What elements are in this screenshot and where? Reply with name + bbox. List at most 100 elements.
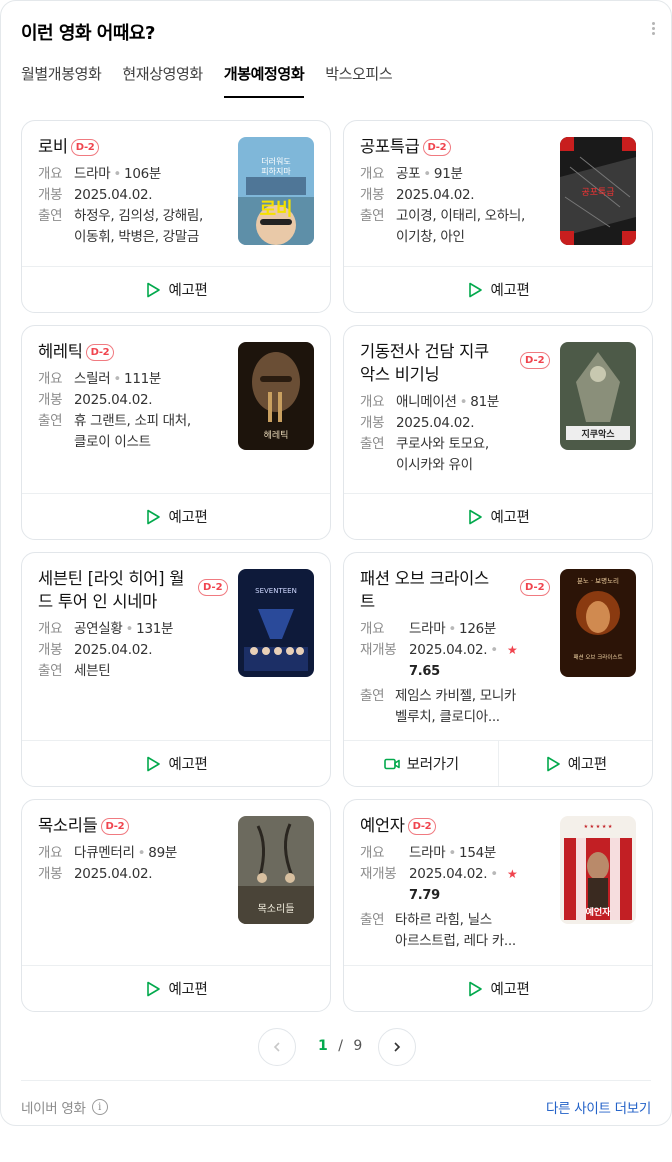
trailer-button[interactable]: 예고편: [22, 741, 330, 786]
genre-label: 개요: [38, 371, 63, 387]
trailer-button[interactable]: 예고편: [22, 267, 330, 312]
genre-value: 공연실황: [74, 621, 123, 637]
movie-info: 목소리들 D-2 개요 다큐멘터리 • 89분 개봉 2025.04.02.: [38, 814, 238, 885]
movie-info: 공포특급 D-2 개요 공포 • 91분 개봉 2025.04.02. 출연 고이경, 이태…: [360, 135, 560, 248]
rating-score: 7.79: [409, 888, 440, 903]
runtime-value: 131분: [136, 621, 174, 637]
movie-poster[interactable]: 목소리들: [238, 816, 314, 924]
cast-line-1: 타하르 라힘, 닐스: [395, 912, 492, 928]
genre-value: 스릴러: [74, 371, 111, 387]
more-sites-link[interactable]: 다른 사이트 더보기: [546, 1097, 651, 1117]
movie-card[interactable]: 패션 오브 크라이스 트 개요 드라마 • 126분 재개봉 2025.04.02. • ★ 7…: [343, 552, 653, 787]
trailer-button[interactable]: 예고편: [344, 494, 652, 539]
play-icon: [147, 509, 161, 524]
movie-card[interactable]: 기동전사 건담 지쿠 악스 비기닝 개요 애니메이션 • 81분 개봉 2025.04.0…: [343, 325, 653, 540]
movie-card[interactable]: 목소리들 D-2 개요 다큐멘터리 • 89분 개봉 2025.04.02. 목소리들 예…: [21, 799, 331, 1012]
movie-poster[interactable]: 분노 · 보명노리 패션 오브 크라이스트: [560, 569, 636, 677]
dday-badge: D-2: [85, 344, 115, 361]
movie-card[interactable]: 공포특급 D-2 개요 공포 • 91분 개봉 2025.04.02. 출연 고이경, 이태…: [343, 120, 653, 313]
runtime-value: 126분: [459, 621, 497, 637]
trailer-button[interactable]: 예고편: [344, 966, 652, 1011]
source-label: 네이버 영화: [21, 1101, 86, 1117]
movie-poster[interactable]: 헤레틱: [238, 342, 314, 450]
poster-title: 로비: [259, 199, 292, 220]
trailer-button[interactable]: 예고편: [22, 494, 330, 539]
trailer-label: 예고편: [168, 510, 208, 526]
movie-title[interactable]: 패션 오브 크라이스 트: [360, 569, 489, 611]
release-date: 2025.04.02.: [409, 866, 488, 882]
source-credit: 네이버 영화 i: [21, 1097, 108, 1117]
info-icon[interactable]: i: [91, 1099, 108, 1115]
movie-title-line-2: 트: [360, 592, 375, 611]
tab-now-showing[interactable]: 현재상영영화: [122, 63, 203, 98]
movie-title[interactable]: 기동전사 건담 지쿠 악스 비기닝: [360, 342, 489, 384]
next-page-button[interactable]: [378, 1028, 416, 1066]
trailer-label: 예고편: [490, 510, 530, 526]
movie-title-line-1: 기동전사 건담 지쿠: [360, 342, 489, 361]
runtime-value: 154분: [459, 845, 497, 861]
watch-button[interactable]: 보러가기: [344, 741, 498, 786]
movie-card[interactable]: 로비 D-2 개요 드라마 • 106분 개봉 2025.04.02. 출연 하정우, 김의…: [21, 120, 331, 313]
tab-box-office[interactable]: 박스오피스: [325, 63, 392, 98]
release-date: 2025.04.02.: [74, 187, 153, 203]
poster-title: 헤레틱: [264, 429, 289, 441]
genre-value: 공포: [396, 166, 421, 182]
tab-monthly-release[interactable]: 월별개봉영화: [21, 63, 102, 98]
runtime-value: 91분: [433, 166, 463, 182]
movie-poster[interactable]: 지쿠악스: [560, 342, 636, 450]
movie-card[interactable]: 헤레틱 D-2 개요 스릴러 • 111분 개봉 2025.04.02. 출연 휴 그랜트,…: [21, 325, 331, 540]
genre-value: 드라마: [409, 845, 446, 861]
movie-poster[interactable]: SEVENTEEN: [238, 569, 314, 677]
cast-line-1: 휴 그랜트, 소피 대처,: [74, 413, 191, 429]
play-icon: [469, 981, 483, 996]
movie-title[interactable]: 세븐틴 [라잇 히어] 월드 투어 인 시네마: [38, 569, 184, 611]
runtime-value: 111분: [124, 371, 162, 387]
genre-label: 개요: [360, 394, 385, 410]
release-date: 2025.04.02.: [74, 642, 153, 658]
pagination: 1 / 9: [1, 1028, 672, 1066]
trailer-button[interactable]: 예고편: [22, 966, 330, 1011]
more-options-icon[interactable]: [649, 21, 657, 39]
cast-label: 출연: [360, 208, 385, 224]
trailer-button[interactable]: 예고편: [344, 267, 652, 312]
movie-poster[interactable]: ★ ★ ★ ★ ★ 예언자: [560, 816, 636, 924]
cast-line-2: 클로이 이스트: [74, 434, 151, 450]
page-indicator: 1 / 9: [318, 1038, 362, 1054]
page-separator: /: [338, 1038, 343, 1054]
watch-label: 보러가기: [406, 757, 459, 773]
svg-text:피하지마: 피하지마: [261, 166, 291, 176]
svg-text:더러워도: 더러워도: [261, 157, 290, 166]
tab-upcoming[interactable]: 개봉예정영화: [223, 63, 305, 98]
genre-label: 개요: [360, 845, 385, 861]
movie-card[interactable]: 예언자 D-2 개요 드라마 • 154분 재개봉 2025.04.02. • ★ 7.79 출…: [343, 799, 653, 1012]
movie-card[interactable]: 세븐틴 [라잇 히어] 월드 투어 인 시네마 개요 공연실황 • 131분 개봉 20…: [21, 552, 331, 787]
movie-title[interactable]: 예언자: [360, 816, 405, 835]
movie-poster[interactable]: 더러워도 피하지마 로비: [238, 137, 314, 245]
dday-badge: D-2: [100, 818, 130, 835]
movie-title[interactable]: 로비: [38, 137, 68, 156]
prev-page-button[interactable]: [258, 1028, 296, 1066]
movie-poster[interactable]: 공포특급: [560, 137, 636, 245]
movie-info: 로비 D-2 개요 드라마 • 106분 개봉 2025.04.02. 출연 하정우, 김의…: [38, 135, 238, 248]
movie-title[interactable]: 목소리들: [38, 816, 98, 835]
play-icon: [469, 282, 483, 297]
release-date: 2025.04.02.: [74, 392, 153, 408]
release-label: 개봉: [38, 642, 63, 658]
runtime-value: 106분: [124, 166, 162, 182]
trailer-label: 예고편: [168, 982, 208, 998]
trailer-label: 예고편: [490, 982, 530, 998]
cast-line-2: 아르스트럽, 레다 카...: [395, 933, 516, 949]
play-icon: [147, 282, 161, 297]
release-label: 개봉: [360, 415, 385, 431]
play-icon: [147, 981, 161, 996]
trailer-button[interactable]: 예고편: [497, 741, 653, 786]
movie-title[interactable]: 헤레틱: [38, 342, 83, 361]
rerelease-label: 재개봉: [360, 866, 397, 882]
movie-title[interactable]: 공포특급: [360, 137, 420, 156]
trailer-label: 예고편: [490, 283, 530, 299]
runtime-value: 89분: [148, 845, 177, 861]
footer-divider: [21, 1080, 651, 1081]
dday-badge: D-2: [520, 352, 550, 369]
chevron-left-icon: [273, 1042, 280, 1052]
trailer-label: 예고편: [168, 757, 208, 773]
